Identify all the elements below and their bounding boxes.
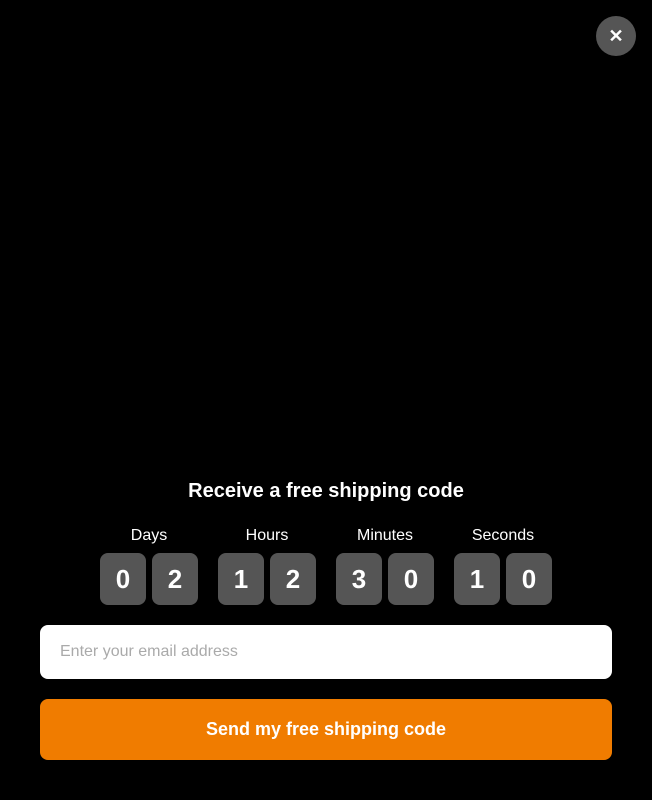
countdown-digits-days: 02 bbox=[100, 553, 198, 605]
countdown-unit-days: Days 02 bbox=[100, 527, 198, 605]
digit-box-minutes-0: 3 bbox=[336, 553, 382, 605]
digit-box-seconds-1: 0 bbox=[506, 553, 552, 605]
digit-box-days-0: 0 bbox=[100, 553, 146, 605]
countdown-digits-seconds: 10 bbox=[454, 553, 552, 605]
digit-box-hours-1: 2 bbox=[270, 553, 316, 605]
digit-box-days-1: 2 bbox=[152, 553, 198, 605]
countdown-unit-seconds: Seconds 10 bbox=[454, 527, 552, 605]
page-title: Receive a free shipping code bbox=[188, 480, 464, 503]
submit-button[interactable]: Send my free shipping code bbox=[40, 699, 612, 760]
email-input[interactable] bbox=[40, 625, 612, 679]
countdown-unit-hours: Hours 12 bbox=[218, 527, 316, 605]
digit-box-minutes-1: 0 bbox=[388, 553, 434, 605]
digit-box-seconds-0: 1 bbox=[454, 553, 500, 605]
countdown-digits-hours: 12 bbox=[218, 553, 316, 605]
countdown-container: Days02Hours12Minutes30Seconds10 bbox=[100, 527, 552, 605]
countdown-label-hours: Hours bbox=[246, 527, 289, 545]
bottom-section: Receive a free shipping code Days02Hours… bbox=[0, 480, 652, 800]
countdown-label-seconds: Seconds bbox=[472, 527, 534, 545]
digit-box-hours-0: 1 bbox=[218, 553, 264, 605]
countdown-label-minutes: Minutes bbox=[357, 527, 413, 545]
countdown-unit-minutes: Minutes 30 bbox=[336, 527, 434, 605]
countdown-label-days: Days bbox=[131, 527, 167, 545]
countdown-digits-minutes: 30 bbox=[336, 553, 434, 605]
close-button[interactable]: ✕ bbox=[596, 16, 636, 56]
